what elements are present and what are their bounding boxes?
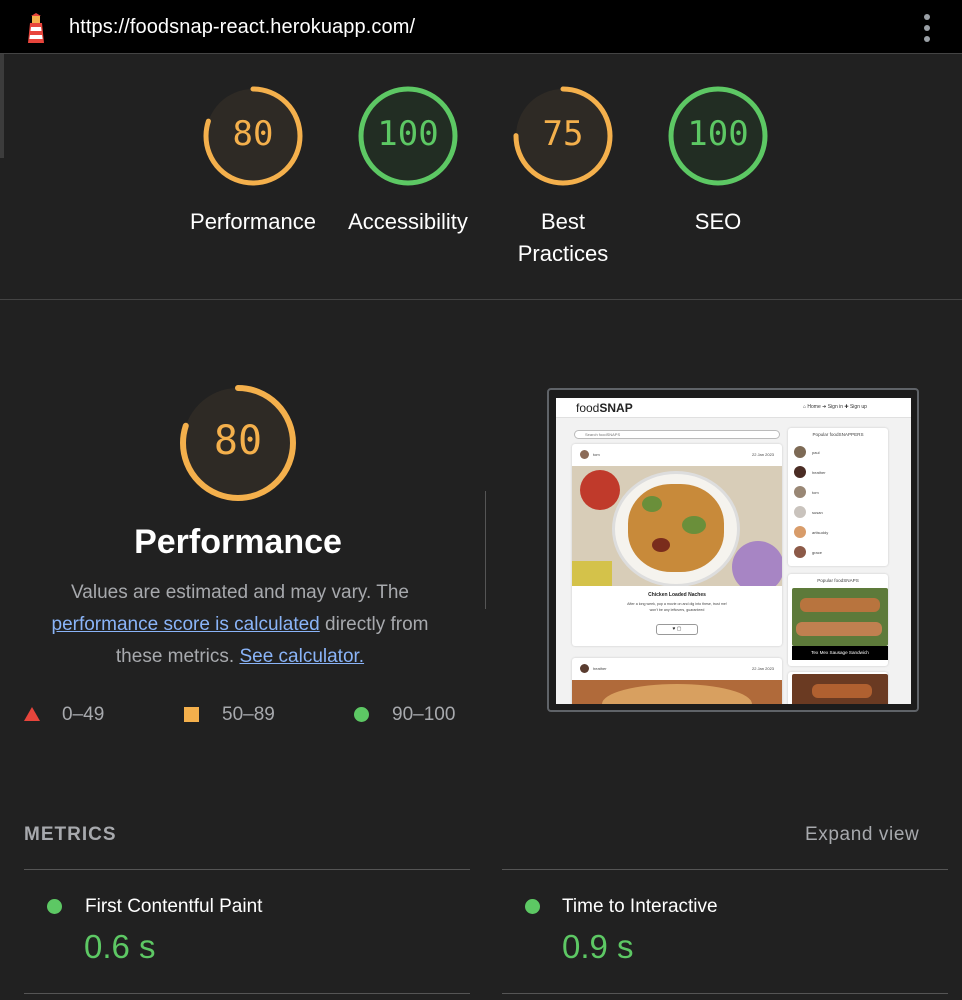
metrics-divider [24,993,470,994]
final-screenshot-thumbnail[interactable]: foodSNAP ⌂ Home ➜ Sign in ✚ Sign up Sear… [547,388,919,712]
screenshot-post-user: tom [593,452,600,457]
gauge-score: 100 [687,114,749,154]
kebab-menu-icon[interactable] [920,14,934,42]
screenshot-popular-snaps: Popular foodSNAPS Tex Mex Sausage Sandwi… [788,574,888,666]
pass-circle-icon [525,899,540,914]
square-icon [184,707,199,722]
gauge-label: SEO [694,209,742,234]
gauge-score: 75 [542,114,584,154]
see-calculator-link[interactable]: See calculator. [239,646,364,667]
performance-section: 80 Performance Values are estimated and … [0,301,962,801]
legend-range: 90–100 [392,704,456,725]
expand-view-button[interactable]: Expand view [805,824,919,846]
gauge-score: 80 [232,114,274,154]
screenshot-logo: foodSNAP [576,401,633,415]
screenshot-post-date: 22 Jan 2023 [752,452,775,457]
metric-value: 0.6 s [84,928,156,965]
screenshot-popular-snaps-title: Popular foodSNAPS [817,578,859,583]
page-url: https://foodsnap-react.herokuapp.com/ [69,16,416,38]
screenshot-navbar: foodSNAP ⌂ Home ➜ Sign in ✚ Sign up [556,398,911,418]
gauge-label: Performance [190,209,316,234]
screenshot-popular-snappers: Popular foodSNAPPERS paul heather tom su… [788,428,888,566]
screenshot-post-text: won't be any leftovers, guaranteed [649,608,705,612]
circle-icon [354,707,369,722]
metrics-heading: METRICS [24,824,117,845]
description-text: Values are estimated and may vary. The [71,582,409,603]
screenshot-post-card: heather 22 Jan 2023 [572,658,782,704]
screenshot-post-card: tom 22 Jan 2023 Chicken Loaded Naches Af… [572,444,782,646]
metric-first-contentful-paint: First Contentful Paint 0.6 s [24,870,470,994]
screenshot-post-user: heather [593,666,607,671]
metric-time-to-interactive: Time to Interactive 0.9 s [502,870,948,994]
gauge-score: 100 [377,114,439,154]
screenshot-like-comment: ♥ ▢ [656,624,698,635]
screenshot-post-date: 22 Jan 2023 [752,666,775,671]
screenshot-popular-snappers-title: Popular foodSNAPPERS [812,432,864,437]
screenshot-food-image [572,466,782,586]
metric-name: Time to Interactive [562,896,718,917]
gauge-accessibility[interactable]: 100 Accessibility [333,84,483,238]
legend-range: 0–49 [62,704,105,725]
pass-circle-icon [47,899,62,914]
gauge-performance[interactable]: 80 Performance [178,84,328,238]
screenshot-popular-snap-2 [788,672,888,704]
metric-name: First Contentful Paint [85,896,263,917]
screenshot-post-title: Chicken Loaded Naches [648,592,706,598]
metric-value: 0.9 s [562,928,634,965]
screenshot-post-text: After a long week, pop a movie on and di… [627,602,727,606]
lighthouse-icon [28,13,44,43]
report-topbar: https://foodsnap-react.herokuapp.com/ [0,0,962,54]
screenshot-snap-caption: Tex Mex Sausage Sandwich [792,646,888,660]
performance-description: Values are estimated and may vary. The p… [30,577,450,673]
gauge-label: Best Practices [517,209,609,266]
screenshot-search: Search foodSNAPS [574,430,780,439]
triangle-icon [24,707,40,721]
gauge-seo[interactable]: 100 SEO [643,84,793,238]
gauge-best-practices[interactable]: 75 Best Practices [488,84,638,270]
metrics-divider [502,993,948,994]
screenshot-nav-links: ⌂ Home ➜ Sign in ✚ Sign up [803,404,867,410]
score-calculated-link[interactable]: performance score is calculated [52,614,320,635]
performance-score: 80 [213,418,263,464]
legend-range: 50–89 [222,704,275,725]
section-divider [485,491,486,609]
score-gauges: 80 Performance 100 Accessibility 75 Best… [0,54,962,300]
performance-title: Performance [134,523,342,561]
gauge-label: Accessibility [348,209,468,234]
screenshot-content: foodSNAP ⌂ Home ➜ Sign in ✚ Sign up Sear… [556,398,911,704]
